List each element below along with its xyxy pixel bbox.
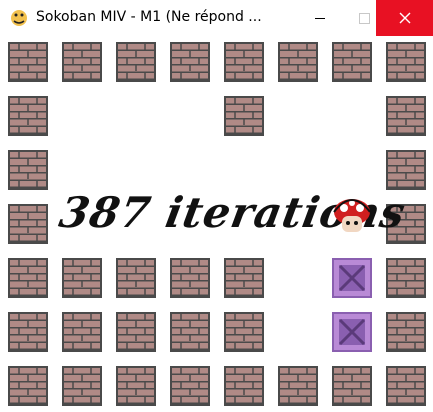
wall-tile	[8, 258, 48, 298]
minimize-button[interactable]	[297, 0, 342, 36]
title-bar: Sokoban MIV - M1 (Ne répond ...	[0, 0, 433, 36]
wall-tile	[62, 258, 102, 298]
wall-tile	[332, 366, 372, 406]
wall-tile	[170, 258, 210, 298]
close-button[interactable]	[376, 0, 433, 36]
wall-tile	[278, 366, 318, 406]
wall-tile	[8, 96, 48, 136]
crate-on-goal	[332, 258, 372, 298]
wall-tile	[170, 42, 210, 82]
mushroom-player-icon	[333, 199, 371, 232]
wall-tile	[62, 366, 102, 406]
python-snake-icon	[9, 8, 29, 28]
wall-tile	[224, 258, 264, 298]
wall-tile	[170, 366, 210, 406]
wall-tile	[386, 42, 426, 82]
wall-tile	[8, 150, 48, 190]
wall-tile	[386, 258, 426, 298]
wall-tile	[170, 312, 210, 352]
wall-tile	[386, 96, 426, 136]
wall-tile	[116, 312, 156, 352]
wall-tile	[62, 312, 102, 352]
wall-tile	[224, 42, 264, 82]
wall-tile	[8, 204, 48, 244]
window-title: Sokoban MIV - M1 (Ne répond ...	[36, 9, 262, 25]
wall-tile	[8, 312, 48, 352]
wall-tile	[224, 312, 264, 352]
wall-tile	[8, 366, 48, 406]
crate-on-goal	[332, 312, 372, 352]
wall-tile	[386, 312, 426, 352]
wall-tile	[62, 42, 102, 82]
wall-tile	[116, 258, 156, 298]
wall-tile	[386, 366, 426, 406]
wall-tile	[8, 42, 48, 82]
wall-tile	[116, 366, 156, 406]
close-icon	[399, 12, 410, 24]
maximize-icon	[359, 12, 370, 24]
minimize-icon	[314, 17, 325, 19]
wall-tile	[332, 42, 372, 82]
wall-tile	[116, 42, 156, 82]
wall-tile	[224, 366, 264, 406]
game-board[interactable]: 387 iterations	[0, 36, 433, 412]
wall-tile	[224, 96, 264, 136]
wall-tile	[386, 150, 426, 190]
wall-tile	[278, 42, 318, 82]
